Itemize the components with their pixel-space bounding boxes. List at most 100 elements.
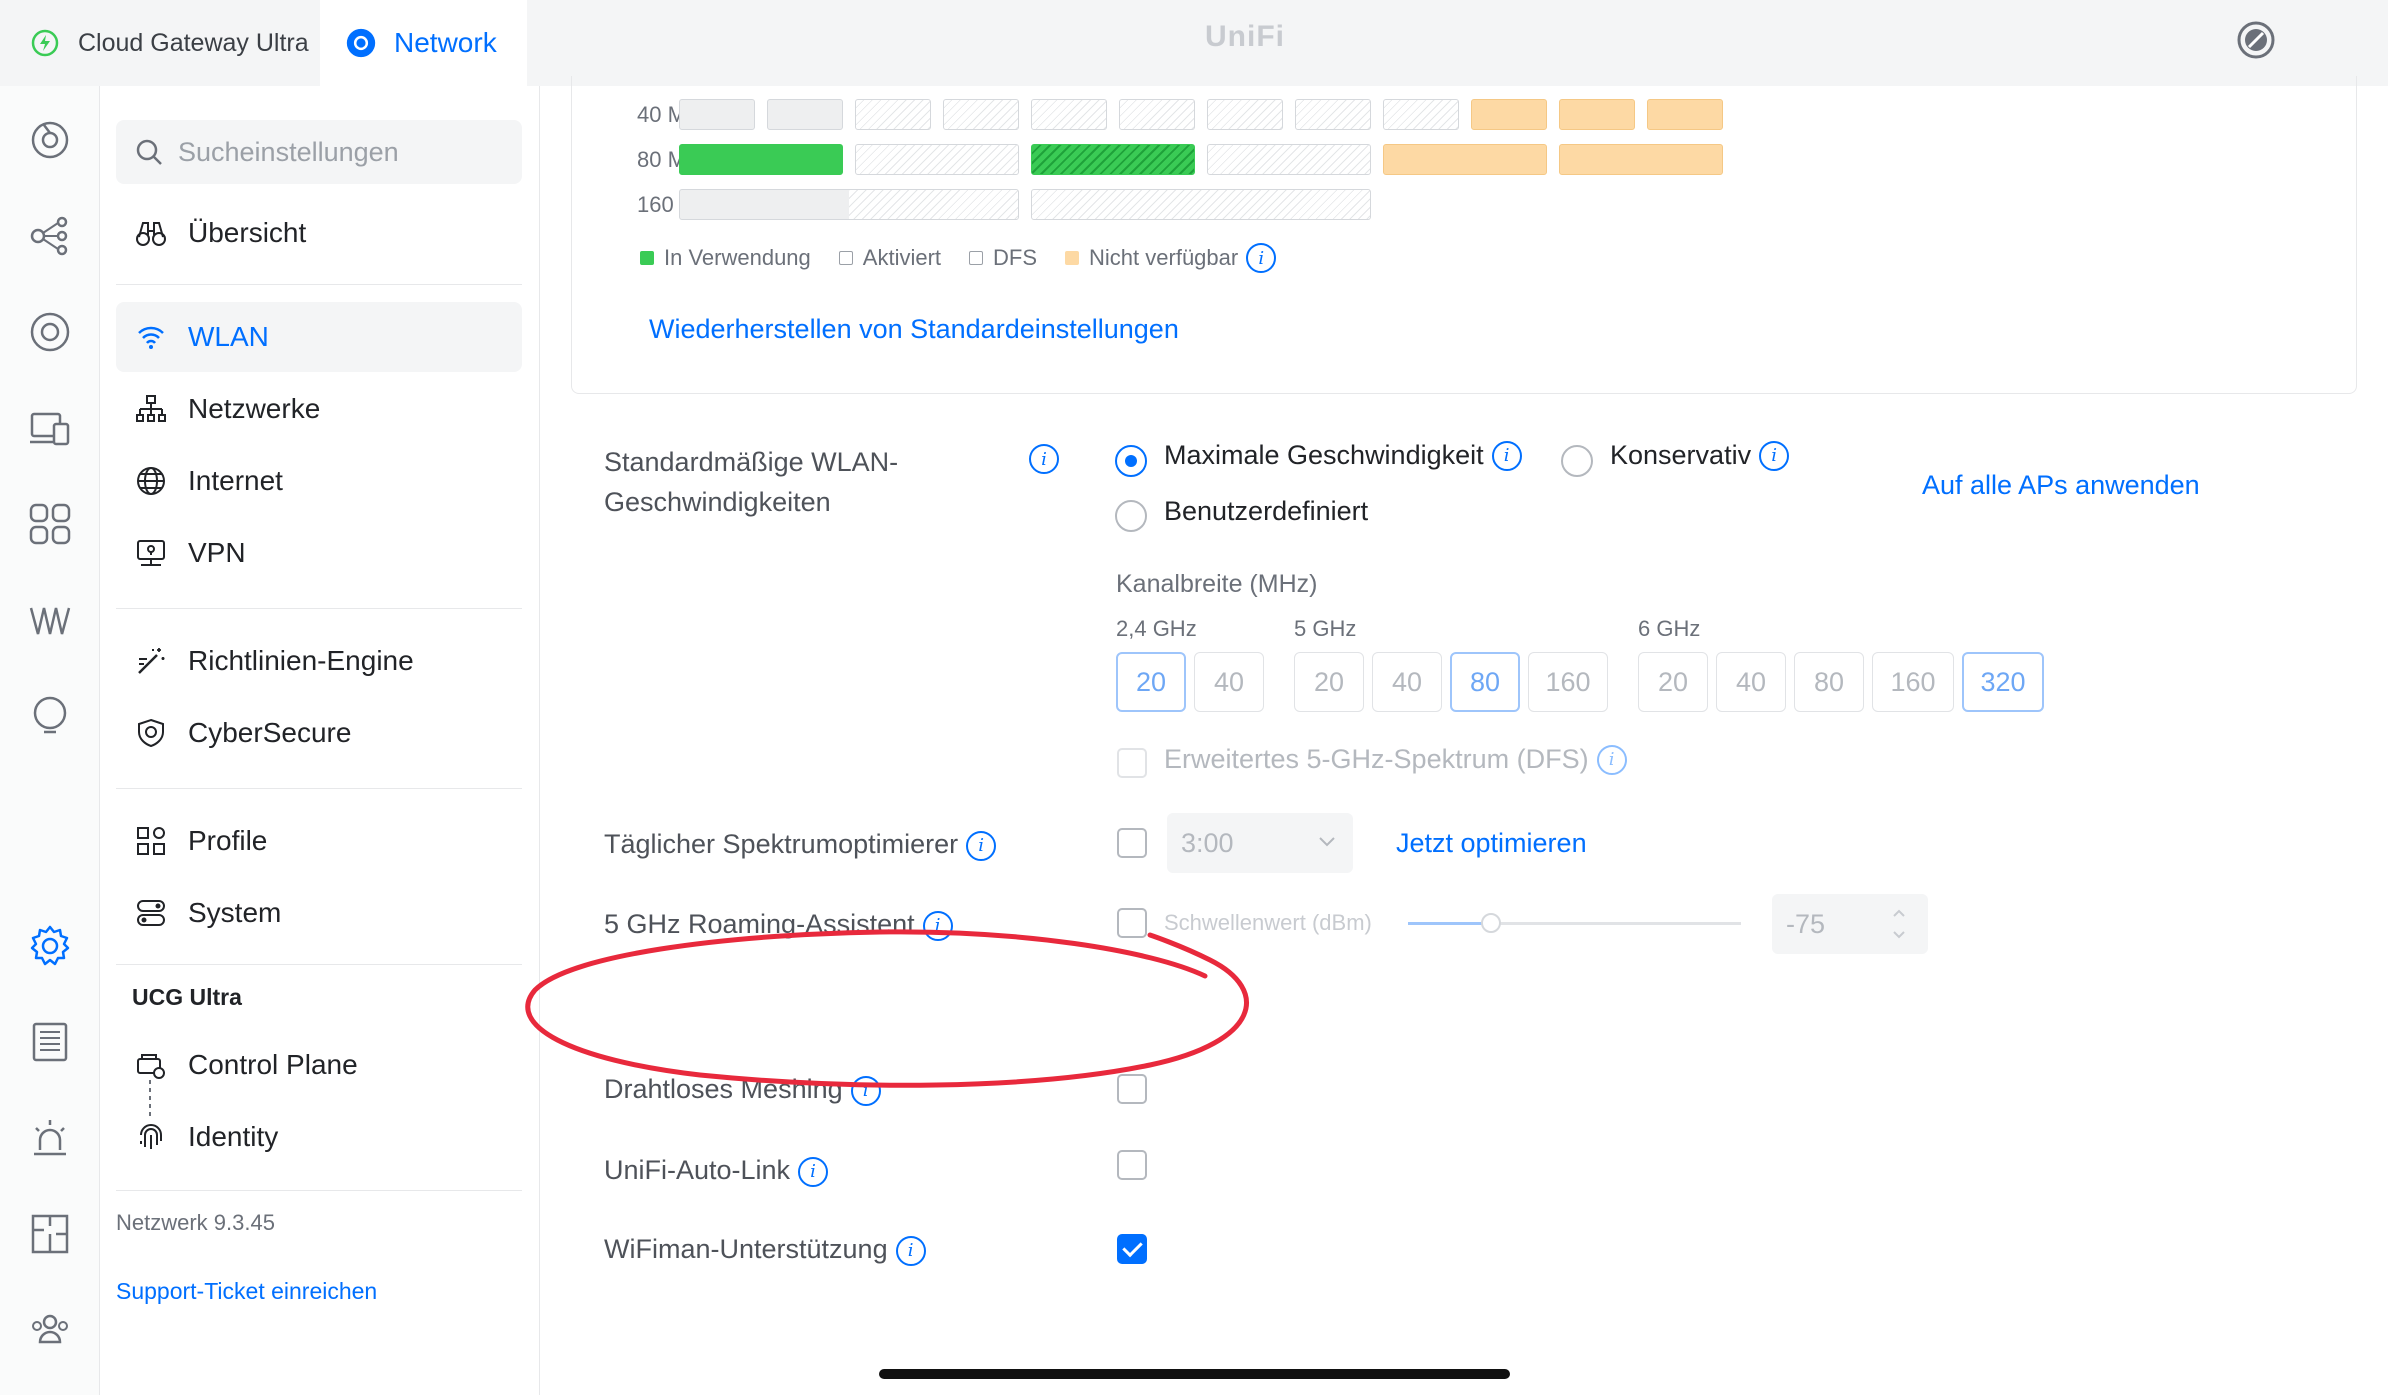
sidebar-item-label: WLAN [188,321,269,352]
users-icon[interactable] [28,1308,72,1352]
innerspace-icon[interactable] [28,694,72,738]
sidebar-item-label: Identity [188,1121,279,1152]
roaming-threshold-input[interactable]: -75 [1772,894,1928,954]
optimize-now-link[interactable]: Jetzt optimieren [1396,828,1587,859]
settings-gear-icon[interactable] [28,924,72,968]
channel-block[interactable] [855,144,1019,175]
info-icon[interactable]: i [1759,440,1790,471]
option-max-speed[interactable]: Maximale Geschwindigkeit i [1164,440,1522,471]
alarm-icon[interactable] [28,1116,72,1160]
info-icon[interactable]: i [1491,440,1522,471]
sidebar-item-label: Control Plane [188,1049,358,1080]
width-2g-20[interactable]: 20 [1116,652,1186,712]
sidebar-item-networks[interactable]: Netzwerke [116,374,522,444]
sidebar-item-cybersecure[interactable]: CyberSecure [116,698,522,768]
app-tab-cloud-gateway[interactable]: Cloud Gateway Ultra [30,0,309,86]
sidebar-item-system[interactable]: System [116,878,522,948]
wireless-meshing-checkbox[interactable] [1117,1074,1147,1104]
info-icon[interactable]: i [895,1235,926,1266]
info-icon[interactable]: i [1246,243,1277,273]
sidebar-item-vpn[interactable]: VPN [116,518,522,588]
channel-block[interactable] [1119,99,1195,130]
channel-block[interactable] [1295,99,1371,130]
sidebar-item-overview[interactable]: Übersicht [116,198,522,268]
sidebar-item-policy-engine[interactable]: Richtlinien-Engine [116,626,522,696]
info-icon[interactable]: i [1029,444,1059,474]
slider-handle[interactable] [1481,913,1501,933]
roaming-assistant-label: 5 GHz Roaming-Assistent i [604,904,953,944]
app-tab-network[interactable]: Network [320,0,527,86]
width-5g-80[interactable]: 80 [1450,652,1520,712]
topology-icon[interactable] [28,214,72,258]
support-ticket-link[interactable]: Support-Ticket einreichen [116,1278,377,1305]
sidebar-item-profiles[interactable]: Profile [116,806,522,876]
app-navigation-rail [0,86,100,1395]
wifiman-support-checkbox[interactable] [1117,1234,1147,1264]
spectrum-optimizer-checkbox[interactable] [1117,828,1147,858]
legend-unavailable: Nicht verfügbar [1089,245,1239,270]
optimizer-time-select[interactable]: 3:00 [1167,813,1353,873]
stepper-icon[interactable] [1892,908,1906,940]
channel-block[interactable] [855,99,931,130]
channel-block [1559,144,1723,175]
settings-search[interactable] [116,120,522,184]
info-icon[interactable]: i [850,1075,881,1106]
channel-block[interactable] [679,99,755,130]
app-tab-label: Cloud Gateway Ultra [78,28,309,57]
channel-block[interactable] [679,189,1019,220]
width-5g-40[interactable]: 40 [1372,652,1442,712]
roaming-assistant-checkbox[interactable] [1117,908,1147,938]
sidebar-item-label: VPN [188,537,246,568]
channel-block[interactable] [1207,99,1283,130]
channel-chart-card: 40 MHz 80 MHz 160 MHz In Verwendung Akti… [571,76,2357,394]
width-6g-160[interactable]: 160 [1872,652,1954,712]
sidebar-item-wlan[interactable]: WLAN [116,302,522,372]
channel-block[interactable] [1207,144,1371,175]
width-5g-20[interactable]: 20 [1294,652,1364,712]
channel-block[interactable] [1383,99,1459,130]
radio-max-speed[interactable] [1115,445,1147,477]
search-input[interactable] [178,136,498,168]
option-conservative[interactable]: Konservativ i [1610,440,1790,471]
channel-block[interactable] [1031,189,1371,220]
sidebar-item-control-plane[interactable]: Control Plane [116,1030,522,1100]
wand-icon [134,644,168,678]
channel-block[interactable] [767,99,843,130]
width-6g-80[interactable]: 80 [1794,652,1864,712]
info-icon[interactable]: i [966,830,997,861]
floorplan-icon[interactable] [28,1212,72,1256]
channel-block[interactable] [943,99,1019,130]
sidebar-item-internet[interactable]: Internet [116,446,522,516]
radio-custom[interactable] [1115,500,1147,532]
devices-icon[interactable] [28,310,72,354]
binoculars-icon [134,216,168,250]
account-avatar-icon[interactable] [2236,20,2276,60]
channel-block[interactable] [1031,144,1195,175]
width-6g-20[interactable]: 20 [1638,652,1708,712]
radio-conservative[interactable] [1561,445,1593,477]
width-6g-320[interactable]: 320 [1962,652,2044,712]
width-6g-40[interactable]: 40 [1716,652,1786,712]
width-2g-40[interactable]: 40 [1194,652,1264,712]
clients-grid-icon[interactable] [28,502,72,546]
logs-list-icon[interactable] [28,1020,72,1064]
dashboard-icon[interactable] [28,118,72,162]
channel-block[interactable] [679,144,843,175]
client-devices-icon[interactable] [28,406,72,450]
roaming-threshold-label: Schwellenwert (dBm) [1164,910,1372,935]
spectrum-optimizer-label: Täglicher Spektrumoptimierer i [604,824,997,864]
apply-all-aps-link[interactable]: Auf alle APs anwenden [1922,470,2200,501]
auto-link-checkbox[interactable] [1117,1150,1147,1180]
info-icon[interactable]: i [922,910,953,941]
info-icon[interactable]: i [1596,744,1627,775]
option-custom[interactable]: Benutzerdefiniert [1164,496,1368,527]
globe-icon [134,464,168,498]
info-icon[interactable]: i [798,1156,829,1187]
insights-wave-icon[interactable] [28,598,72,642]
dfs-checkbox[interactable] [1117,748,1147,778]
restore-defaults-link[interactable]: Wiederherstellen von Standardeinstellung… [649,314,1179,345]
width-5g-160[interactable]: 160 [1528,652,1608,712]
sidebar-item-identity[interactable]: Identity [116,1102,522,1172]
channel-block[interactable] [1031,99,1107,130]
wlan-settings-main: 40 MHz 80 MHz 160 MHz In Verwendung Akti… [541,76,2388,1395]
